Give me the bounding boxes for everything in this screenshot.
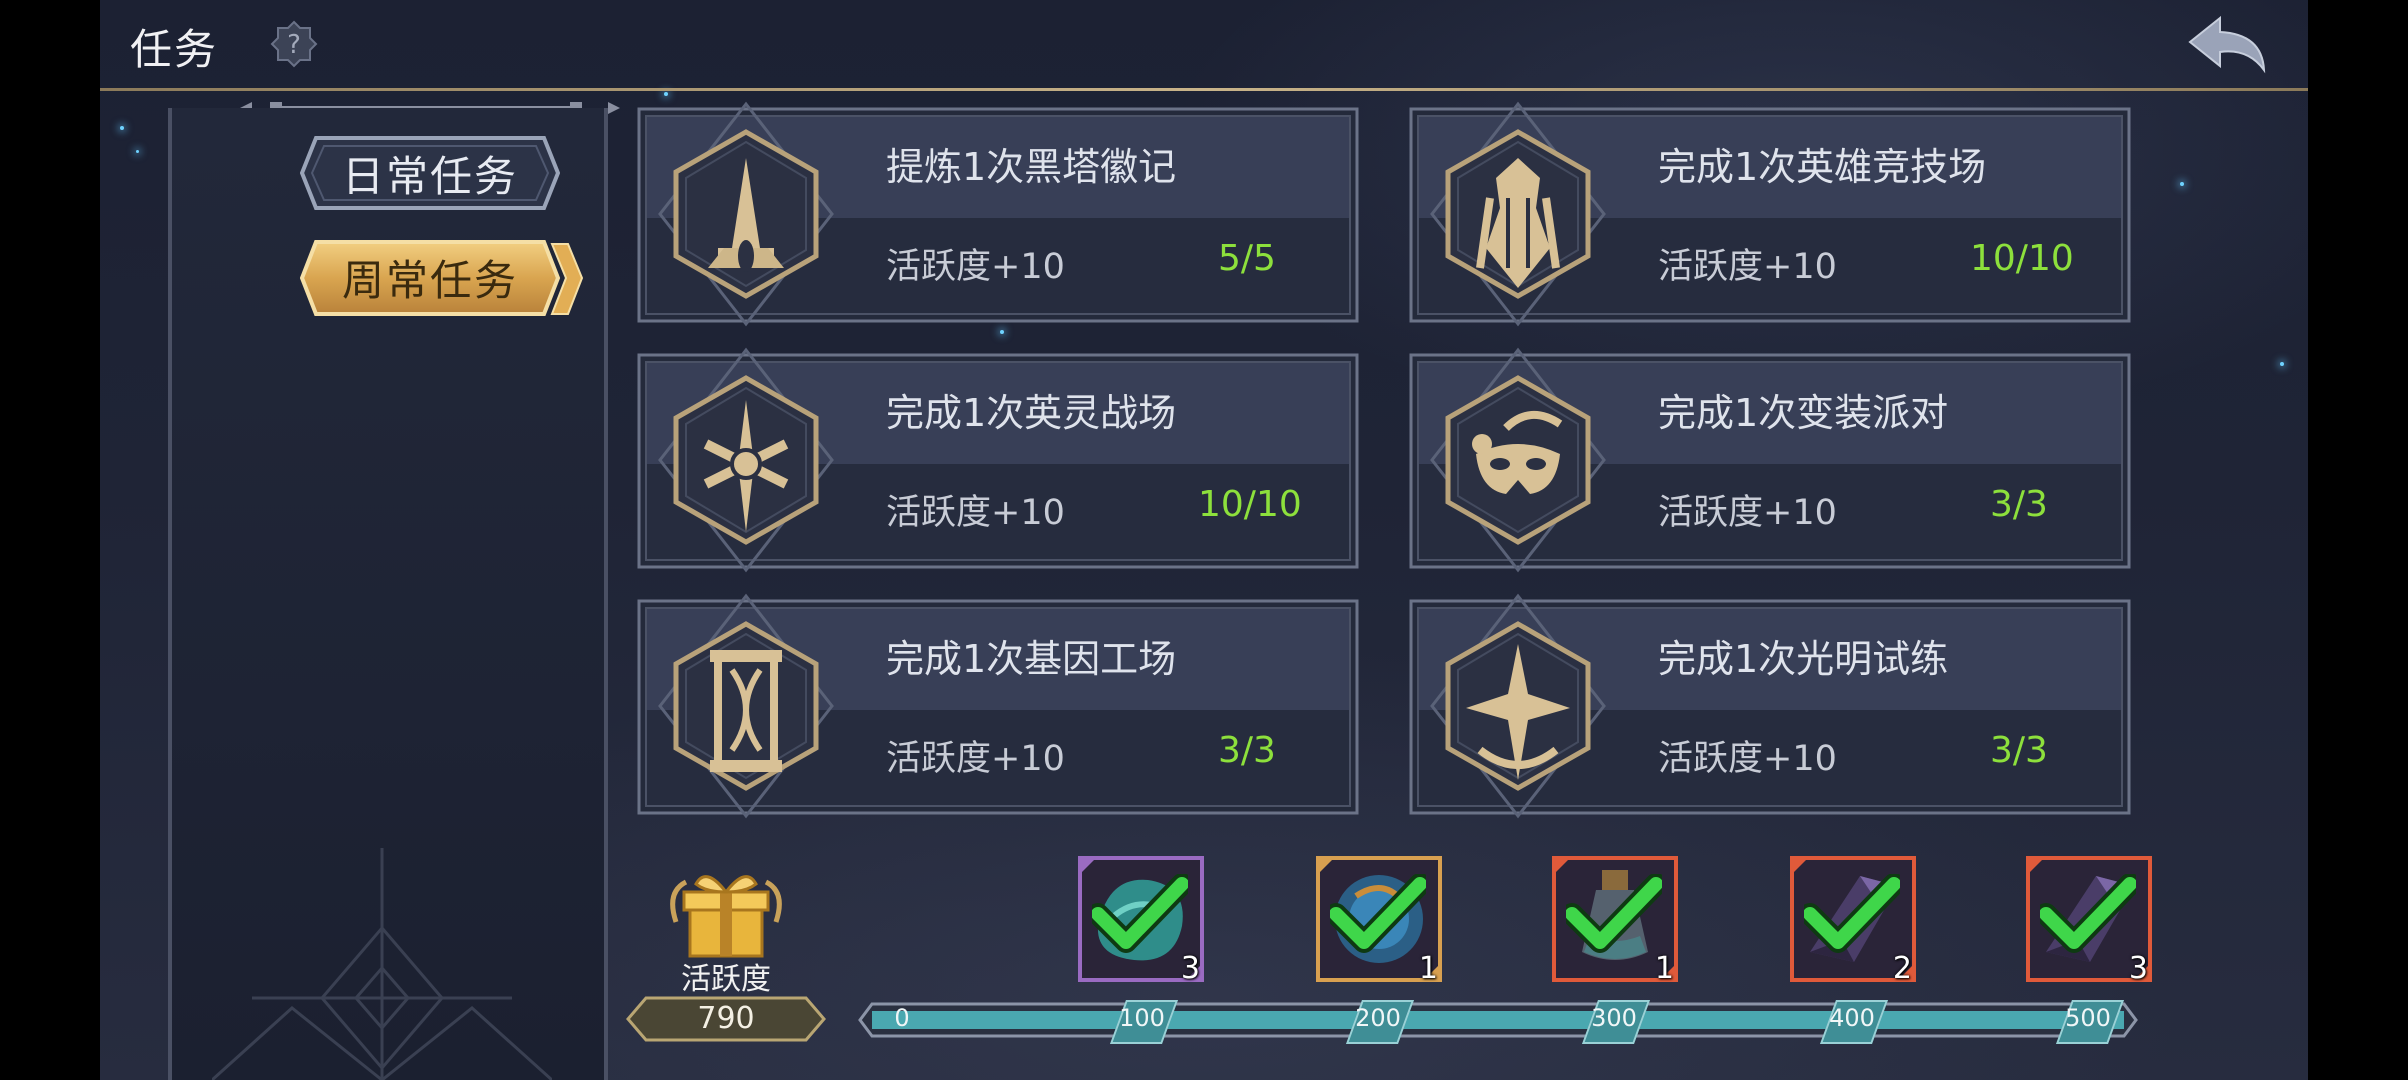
progress-tick-label: 500	[2065, 1004, 2111, 1032]
task-name: 完成1次光明试练	[1658, 637, 1949, 681]
header-divider	[100, 88, 2308, 91]
task-reward: 活跃度+10	[886, 739, 1065, 779]
task-card[interactable]: 完成1次光明试练活跃度+10 3/3	[1408, 593, 2132, 819]
reward-chest[interactable]: 2	[1790, 856, 1916, 986]
reward-count: 1	[1654, 951, 1674, 986]
check-mark-icon	[2040, 874, 2136, 953]
svg-text:?: ?	[287, 30, 301, 60]
sidebar-ornament	[212, 848, 552, 1080]
task-progress: 5/5	[1218, 238, 1276, 279]
reward-count: 3	[1180, 951, 1200, 986]
task-reward: 活跃度+10	[886, 247, 1065, 287]
check-mark-icon	[1804, 874, 1900, 953]
progress-tick-label: 0	[894, 1004, 910, 1032]
progress-tick-label: 100	[1119, 1004, 1165, 1032]
gift-box-icon[interactable]	[666, 862, 786, 962]
task-reward: 活跃度+10	[1658, 493, 1837, 533]
reward-count: 3	[2128, 951, 2148, 986]
light-trial-icon	[1430, 593, 1606, 819]
task-progress: 10/10	[1198, 484, 1302, 525]
task-progress: 10/10	[1970, 238, 2074, 279]
back-arrow-icon[interactable]	[2186, 14, 2270, 74]
check-mark-icon	[1330, 874, 1426, 953]
tab-weekly-tasks[interactable]: 周常任务	[300, 238, 584, 316]
progress-tick-label: 200	[1355, 1004, 1401, 1032]
task-progress: 3/3	[1990, 484, 2048, 525]
activity-total: 790	[626, 994, 826, 1044]
task-card[interactable]: 完成1次英雄竞技场活跃度+10 10/10	[1408, 101, 2132, 327]
task-name: 完成1次英灵战场	[886, 391, 1177, 435]
reward-chest[interactable]: 1	[1552, 856, 1678, 986]
black-tower-icon	[658, 101, 834, 327]
tab-weekly-label: 周常任务	[341, 255, 518, 305]
task-name: 完成1次英雄竞技场	[1658, 145, 1987, 189]
activity-progress-bar	[858, 1002, 2138, 1038]
reward-count: 2	[1892, 951, 1912, 986]
tab-daily-label: 日常任务	[341, 151, 518, 201]
task-card[interactable]: 提炼1次黑塔徽记活跃度+10 5/5	[636, 101, 1360, 327]
task-progress: 3/3	[1218, 730, 1276, 771]
task-card[interactable]: 完成1次变装派对活跃度+10 3/3	[1408, 347, 2132, 573]
reward-chest[interactable]: 3	[1078, 856, 1204, 986]
spirit-battlefield-icon	[658, 347, 834, 573]
check-mark-icon	[1566, 874, 1662, 953]
task-progress: 3/3	[1990, 730, 2048, 771]
dna-hourglass-icon	[658, 593, 834, 819]
reward-chest[interactable]: 1	[1316, 856, 1442, 986]
reward-count: 1	[1418, 951, 1438, 986]
activity-progress-fill	[872, 1011, 2124, 1029]
activity-label: 活跃度	[681, 962, 771, 997]
hero-arena-icon	[1430, 101, 1606, 327]
page-title: 任务	[130, 25, 219, 74]
tab-daily-tasks[interactable]: 日常任务	[300, 134, 560, 212]
check-mark-icon	[1092, 874, 1188, 953]
top-bar: 任务 ?	[100, 0, 2308, 91]
task-reward: 活跃度+10	[1658, 739, 1837, 779]
progress-tick-label: 400	[1829, 1004, 1875, 1032]
task-name: 完成1次基因工场	[886, 637, 1177, 681]
masquerade-mask-icon	[1430, 347, 1606, 573]
task-reward: 活跃度+10	[1658, 247, 1837, 287]
task-name: 提炼1次黑塔徽记	[886, 145, 1177, 189]
task-card[interactable]: 完成1次英灵战场活跃度+10 10/10	[636, 347, 1360, 573]
task-reward: 活跃度+10	[886, 493, 1065, 533]
task-name: 完成1次变装派对	[1658, 391, 1949, 435]
progress-tick-label: 300	[1591, 1004, 1637, 1032]
activity-total-value: 790	[697, 1001, 755, 1036]
task-card[interactable]: 完成1次基因工场活跃度+10 3/3	[636, 593, 1360, 819]
reward-chest[interactable]: 3	[2026, 856, 2152, 986]
help-icon[interactable]: ?	[270, 20, 318, 68]
